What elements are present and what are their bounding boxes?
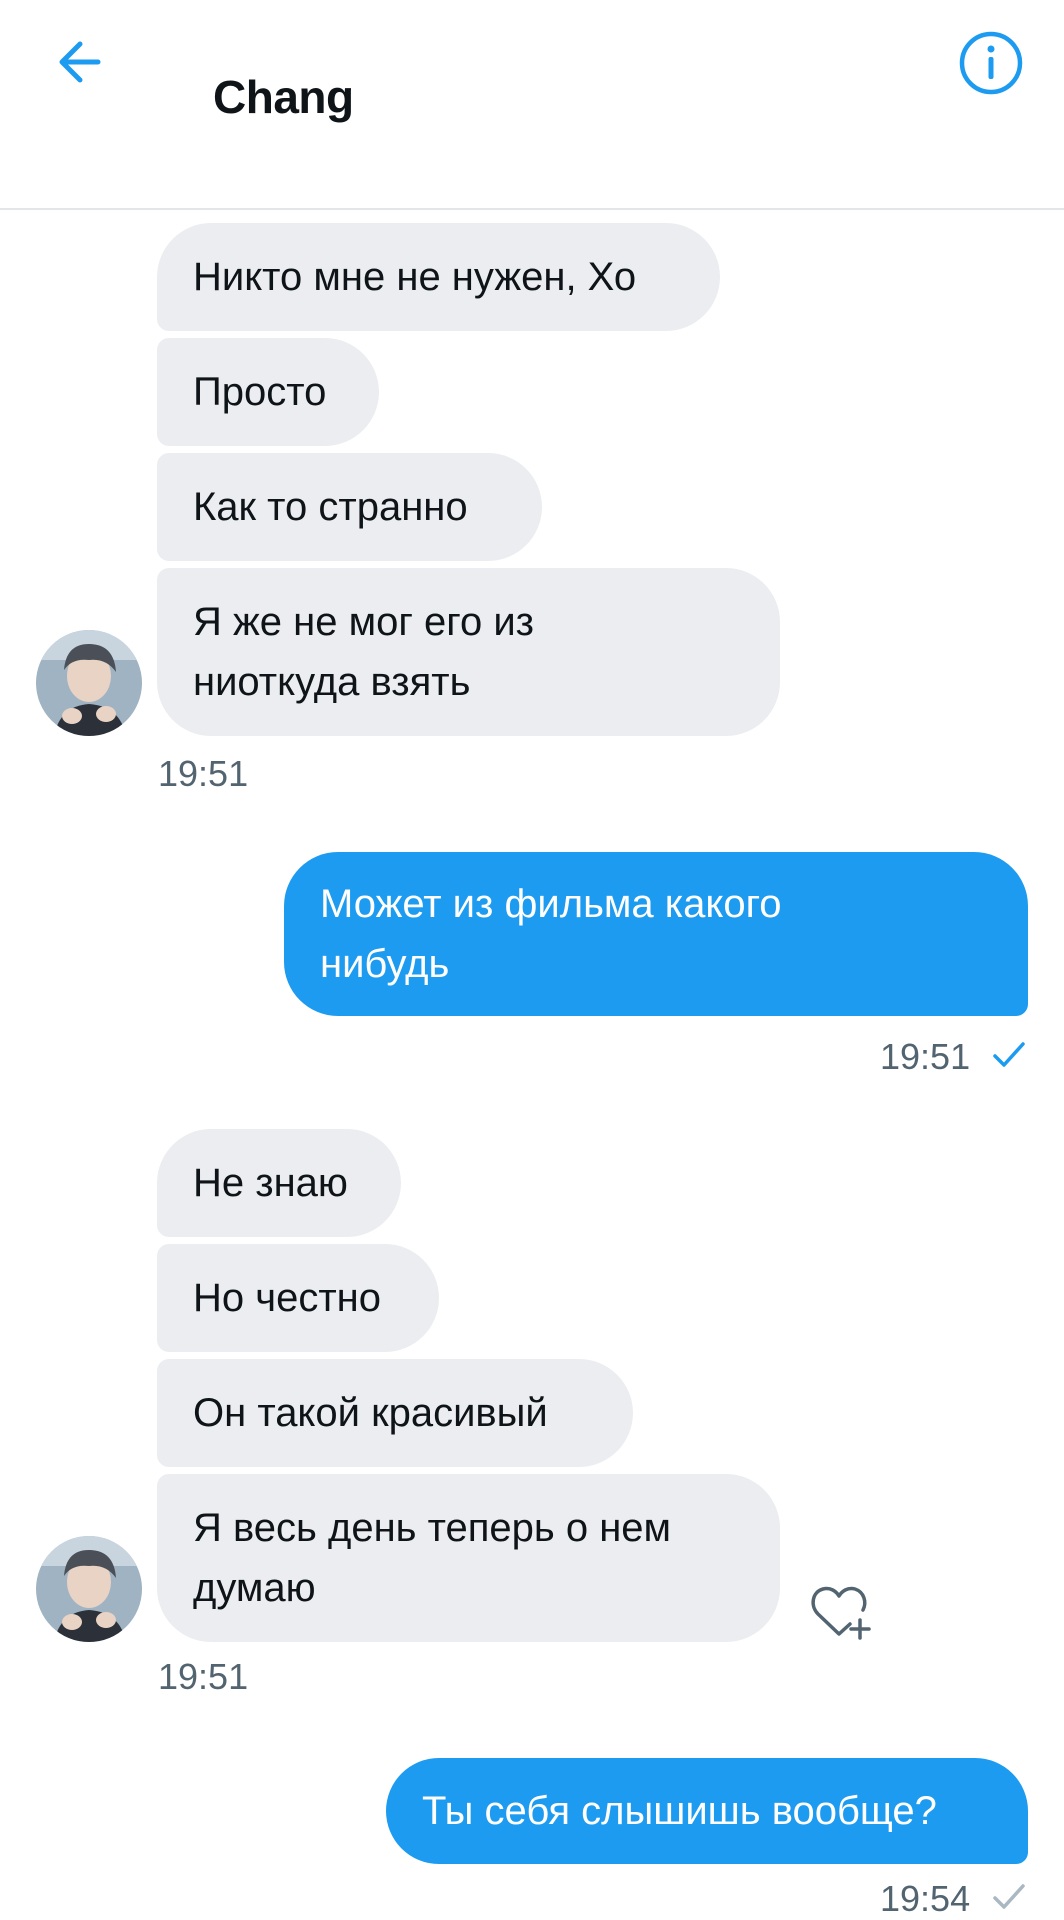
message-text-line: Я весь день теперь о нем bbox=[193, 1506, 672, 1550]
message-text: Просто bbox=[193, 370, 327, 414]
message-timestamp: 19:54 bbox=[880, 1878, 971, 1919]
message-text-line: думаю bbox=[193, 1566, 316, 1610]
arrow-left-icon bbox=[59, 41, 101, 83]
incoming-message[interactable]: Не знаю bbox=[157, 1129, 401, 1237]
message-text: Никто мне не нужен, Хо bbox=[193, 255, 637, 299]
message-text: Он такой красивый bbox=[193, 1391, 548, 1435]
incoming-message[interactable]: Я весь день теперь о нем думаю bbox=[157, 1474, 780, 1642]
message-text-line: ниоткуда взять bbox=[193, 660, 471, 704]
info-button[interactable] bbox=[958, 30, 1024, 96]
message-text: Ты себя слышишь вообще? bbox=[422, 1789, 937, 1833]
incoming-message[interactable]: Я же не мог его из ниоткуда взять bbox=[157, 568, 780, 736]
message-text-line: нибудь bbox=[320, 942, 450, 986]
incoming-message[interactable]: Как то странно bbox=[157, 453, 542, 561]
dm-conversation-screen: Chang Никто мне не нужен, Хо Просто Как … bbox=[0, 0, 1064, 1920]
info-circle-icon bbox=[959, 31, 1023, 95]
conversation-header: Chang bbox=[0, 0, 1064, 210]
message-timestamp: 19:51 bbox=[158, 1656, 249, 1697]
incoming-message[interactable]: Никто мне не нужен, Хо bbox=[157, 223, 720, 331]
message-timestamp: 19:51 bbox=[880, 1036, 971, 1077]
incoming-message[interactable]: Он такой красивый bbox=[157, 1359, 633, 1467]
heart-plus-icon bbox=[811, 1586, 871, 1640]
message-text: Не знаю bbox=[193, 1161, 348, 1205]
avatar[interactable] bbox=[36, 1536, 142, 1642]
outgoing-message[interactable]: Ты себя слышишь вообще? bbox=[386, 1758, 1028, 1864]
incoming-message[interactable]: Просто bbox=[157, 338, 379, 446]
message-text: Но честно bbox=[193, 1276, 381, 1320]
incoming-message[interactable]: Но честно bbox=[157, 1244, 439, 1352]
message-text-line: Может из фильма какого bbox=[320, 882, 782, 926]
message-text-line: Я же не мог его из bbox=[193, 600, 535, 644]
sent-check-icon bbox=[993, 1042, 1025, 1067]
back-button[interactable] bbox=[52, 32, 112, 92]
outgoing-message[interactable]: Может из фильма какого нибудь bbox=[284, 852, 1028, 1016]
sent-check-icon bbox=[993, 1884, 1025, 1909]
message-text: Как то странно bbox=[193, 485, 468, 529]
message-timestamp: 19:51 bbox=[158, 753, 249, 794]
add-reaction-button[interactable] bbox=[808, 1580, 874, 1640]
avatar[interactable] bbox=[36, 630, 142, 736]
conversation-title[interactable]: Chang bbox=[213, 70, 354, 124]
